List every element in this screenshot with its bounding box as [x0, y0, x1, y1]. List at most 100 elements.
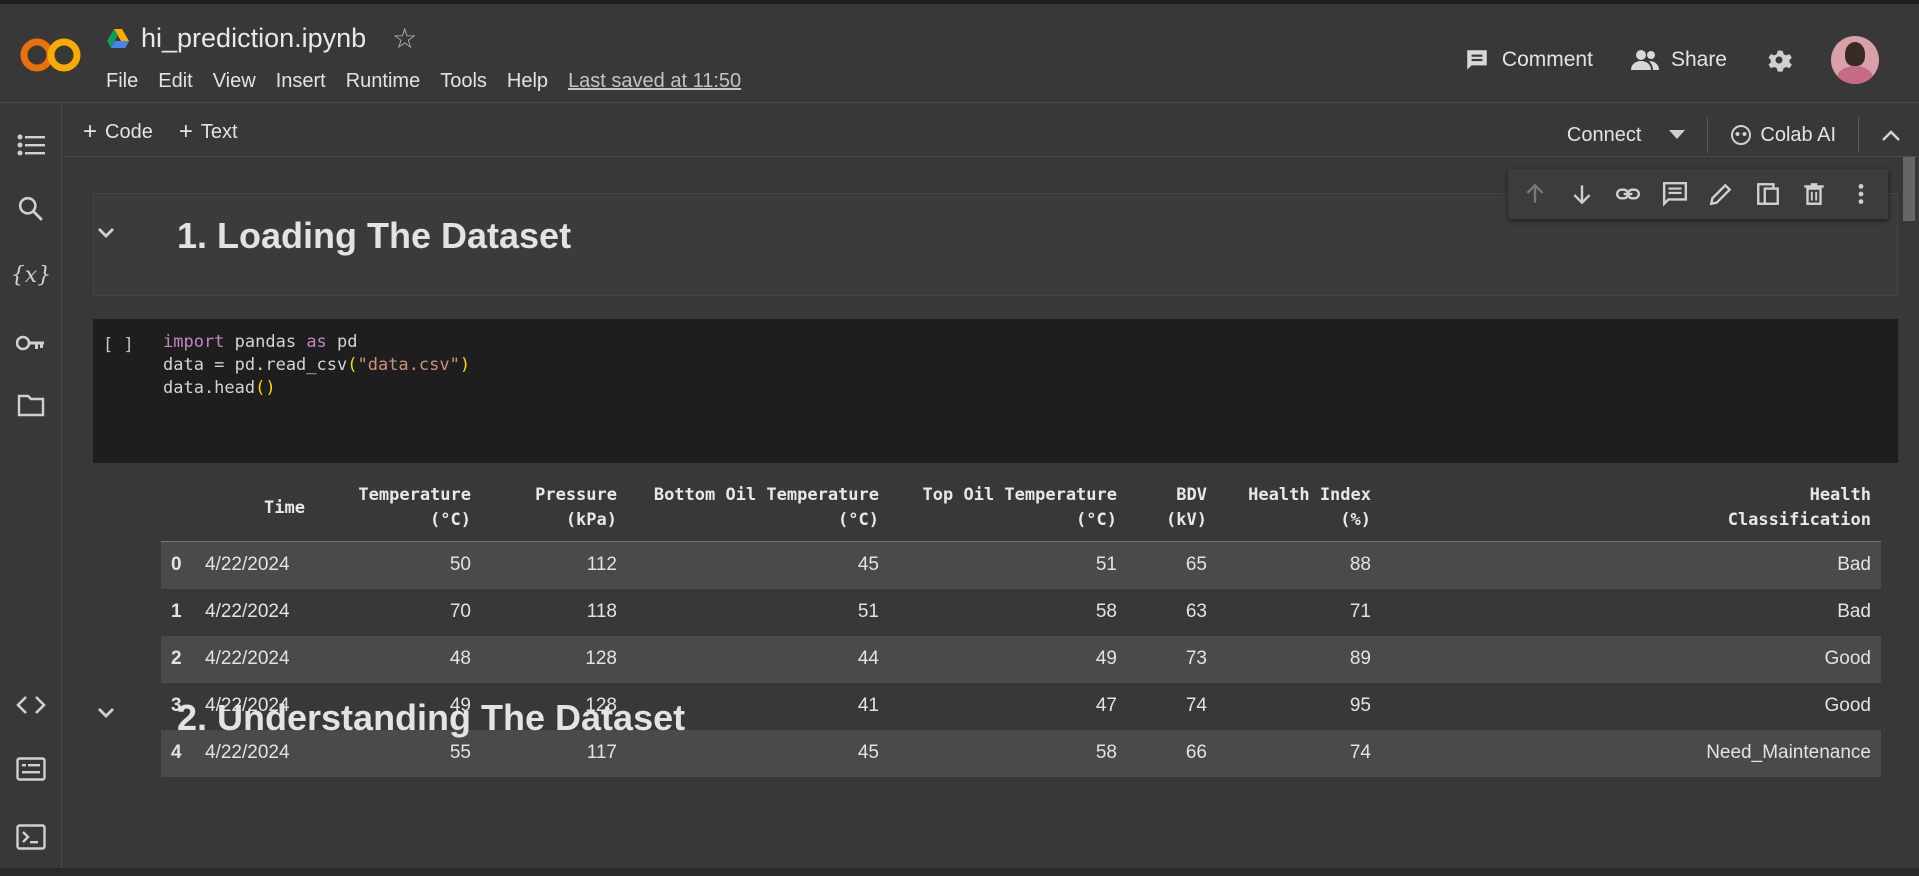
- table-cell: 58: [1095, 742, 1117, 763]
- share-button[interactable]: Share: [1630, 48, 1727, 72]
- avatar[interactable]: [1831, 36, 1879, 84]
- run-cell-button[interactable]: [ ]: [103, 335, 134, 355]
- menu-view[interactable]: View: [213, 70, 256, 93]
- table-cell: 48: [449, 648, 471, 669]
- scrollbar[interactable]: [1899, 157, 1919, 876]
- comment-label: Comment: [1501, 48, 1593, 71]
- column-header: Pressure (kPa): [481, 475, 627, 542]
- menu-help[interactable]: Help: [507, 70, 548, 93]
- table-cell: 65: [1185, 554, 1207, 576]
- last-saved-link[interactable]: Last saved at 11:50: [568, 70, 741, 93]
- notebook-content: 1. Loading The Dataset [ ] import pandas…: [63, 157, 1899, 876]
- command-palette-icon[interactable]: [14, 752, 48, 786]
- colab-logo-icon[interactable]: [20, 32, 84, 78]
- collapse-chevron-icon[interactable]: [97, 227, 115, 239]
- add-code-button[interactable]: + Code: [83, 118, 153, 146]
- add-text-label: Text: [200, 120, 238, 143]
- plus-icon: +: [83, 118, 98, 145]
- column-header: [161, 475, 195, 542]
- drive-icon: [107, 28, 129, 48]
- bottom-edge: [0, 868, 1919, 876]
- mirror-cell-icon[interactable]: [1755, 181, 1781, 207]
- menu-insert[interactable]: Insert: [276, 70, 326, 93]
- row-index: 2: [171, 648, 182, 669]
- divider: [1858, 117, 1859, 153]
- table-cell: 63: [1185, 601, 1207, 622]
- table-cell: 44: [857, 648, 879, 669]
- row-index: 1: [171, 601, 182, 622]
- cell-toolbar: [1508, 169, 1888, 219]
- star-icon[interactable]: ☆: [392, 22, 417, 55]
- menu-bar: File Edit View Insert Runtime Tools Help…: [106, 70, 761, 93]
- add-code-label: Code: [105, 120, 153, 143]
- code-snippets-icon[interactable]: [14, 688, 48, 722]
- table-cell: 128: [585, 648, 617, 669]
- notebook-title[interactable]: hi_prediction.ipynb: [141, 23, 366, 54]
- table-cell: Need_Maintenance: [1706, 742, 1871, 763]
- more-options-icon[interactable]: [1848, 181, 1874, 207]
- edit-icon[interactable]: [1708, 181, 1734, 207]
- gear-icon[interactable]: [1765, 46, 1793, 74]
- table-cell: 88: [1349, 554, 1371, 576]
- table-row: 2 4/22/2024 48 128 44 49 73 89 Good: [161, 635, 1881, 683]
- comment-icon: [1467, 50, 1487, 70]
- left-sidebar: {x}: [0, 104, 62, 876]
- link-icon[interactable]: [1615, 181, 1641, 207]
- move-down-icon[interactable]: [1569, 181, 1595, 207]
- table-cell: 51: [857, 601, 879, 622]
- table-cell: 118: [586, 601, 617, 622]
- scroll-thumb[interactable]: [1903, 157, 1915, 221]
- column-header: Bottom Oil Temperature (°C): [627, 475, 889, 542]
- table-cell: 112: [586, 554, 617, 576]
- table-cell: 71: [1349, 601, 1371, 622]
- menu-runtime[interactable]: Runtime: [346, 70, 420, 93]
- column-header: Temperature (°C): [315, 475, 481, 542]
- key-icon[interactable]: [14, 326, 48, 360]
- menu-edit[interactable]: Edit: [158, 70, 192, 93]
- terminal-icon[interactable]: [14, 820, 48, 854]
- column-header: BDV (kV): [1127, 475, 1217, 542]
- connect-button[interactable]: Connect: [1567, 124, 1642, 147]
- comment-button[interactable]: Comment: [1464, 47, 1593, 73]
- table-cell: 66: [1185, 742, 1207, 763]
- colab-ai-icon: [1731, 125, 1752, 145]
- menu-file[interactable]: File: [106, 70, 138, 93]
- column-header: Time: [195, 475, 315, 542]
- section-heading-1: 1. Loading The Dataset: [177, 215, 572, 256]
- row-index: 0: [171, 554, 182, 576]
- delete-icon[interactable]: [1801, 181, 1827, 207]
- table-cell: Bad: [1837, 601, 1871, 622]
- column-header: Health Classification: [1381, 475, 1881, 542]
- table-row: 0 4/22/2024 50 112 45 51 65 88 Bad: [161, 541, 1881, 589]
- search-icon[interactable]: [14, 192, 48, 226]
- table-cell: 45: [857, 554, 879, 576]
- variables-icon[interactable]: {x}: [11, 258, 51, 292]
- comment-icon[interactable]: [1662, 181, 1688, 207]
- colab-ai-label: Colab AI: [1760, 123, 1836, 146]
- colab-ai-button[interactable]: Colab AI: [1730, 124, 1836, 147]
- table-cell: 58: [1095, 601, 1117, 622]
- table-cell: 73: [1185, 648, 1207, 669]
- table-row: 1 4/22/2024 70 118 51 58 63 71 Bad: [161, 588, 1881, 636]
- code-editor[interactable]: import pandas as pd data = pd.read_csv("…: [163, 331, 470, 400]
- table-cell: 89: [1349, 648, 1371, 669]
- menu-tools[interactable]: Tools: [440, 70, 487, 93]
- share-label: Share: [1670, 48, 1727, 71]
- table-cell: 50: [449, 554, 471, 576]
- table-cell: 74: [1185, 695, 1207, 716]
- collapse-chevron-icon[interactable]: [97, 707, 115, 719]
- chevron-down-icon[interactable]: [1669, 130, 1686, 140]
- column-header: Health Index (%): [1217, 475, 1381, 542]
- table-cell: 51: [1095, 554, 1117, 576]
- move-up-icon[interactable]: [1522, 181, 1548, 207]
- table-cell: 4/22/2024: [205, 601, 290, 622]
- table-cell: 49: [1095, 648, 1117, 669]
- chevron-up-icon[interactable]: [1881, 128, 1901, 142]
- folder-icon[interactable]: [14, 388, 48, 422]
- table-of-contents-icon[interactable]: [14, 128, 48, 162]
- table-cell: 74: [1349, 742, 1371, 763]
- table-cell: Bad: [1837, 554, 1871, 576]
- section-heading-2: 2. Understanding The Dataset: [177, 697, 686, 738]
- add-text-button[interactable]: + Text: [179, 118, 238, 146]
- table-cell: 4/22/2024: [205, 648, 290, 669]
